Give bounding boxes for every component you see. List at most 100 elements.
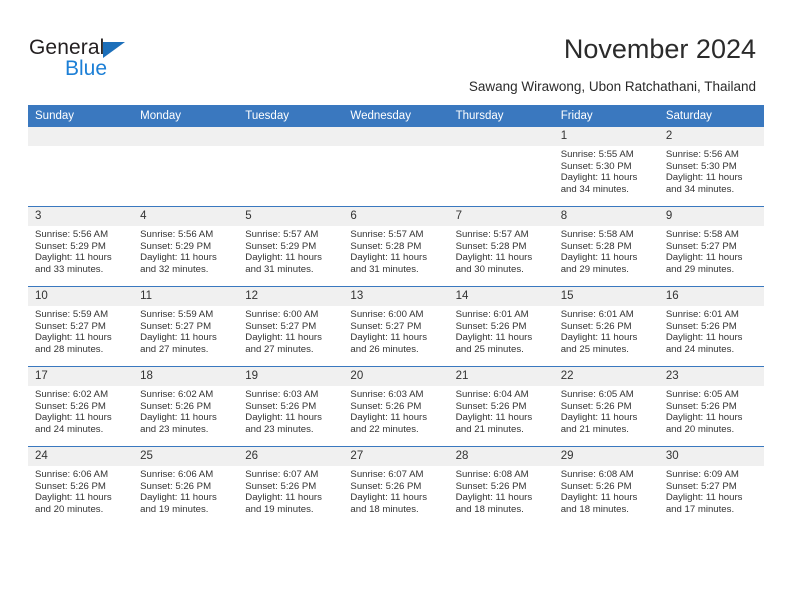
sunset-text: Sunset: 5:28 PM xyxy=(455,240,527,252)
calendar-day-cell[interactable]: 23 Sunrise: 6:05 AM Sunset: 5:26 PM Dayligh… xyxy=(658,366,764,447)
daylight-text-line1: Daylight: 11 hours xyxy=(455,332,533,344)
day-number: 7 xyxy=(448,207,554,226)
calendar-day-cell[interactable]: 29 Sunrise: 6:08 AM Sunset: 5:26 PM Dayligh… xyxy=(553,446,659,526)
daylight-text-line2: and 23 minutes. xyxy=(140,423,209,435)
calendar-day-cell[interactable]: 6 Sunrise: 5:57 AM Sunset: 5:28 PM Daylight… xyxy=(343,206,449,287)
daylight-text-line1: Daylight: 11 hours xyxy=(140,492,217,504)
calendar-day-cell[interactable]: 14 Sunrise: 6:01 AM Sunset: 5:26 PM Dayligh… xyxy=(448,286,554,367)
calendar-day-cell[interactable]: 3 Sunrise: 5:56 AM Sunset: 5:29 PM Daylight… xyxy=(28,206,134,287)
sunset-text: Sunset: 5:26 PM xyxy=(455,320,527,332)
daylight-text-line1: Daylight: 11 hours xyxy=(455,412,533,424)
calendar-week-row: 3 Sunrise: 5:56 AM Sunset: 5:29 PM Daylight… xyxy=(28,206,764,287)
sunrise-text: Sunrise: 6:02 AM xyxy=(35,389,109,400)
daylight-text-line2: and 21 minutes. xyxy=(455,423,524,435)
day-number: 20 xyxy=(343,367,449,386)
day-number: 25 xyxy=(133,447,239,466)
sunset-text: Sunset: 5:29 PM xyxy=(140,240,212,252)
calendar-day-cell[interactable]: 4 Sunrise: 5:56 AM Sunset: 5:29 PM Daylight… xyxy=(133,206,239,287)
day-details: Sunrise: 6:04 AM Sunset: 5:26 PM Daylight:… xyxy=(449,386,554,435)
generalblue-logo[interactable]: General Blue xyxy=(29,36,209,86)
calendar-day-cell[interactable]: 5 Sunrise: 5:57 AM Sunset: 5:29 PM Daylight… xyxy=(238,206,344,287)
calendar-week-row: 24 Sunrise: 6:06 AM Sunset: 5:26 PM Dayligh… xyxy=(28,446,764,526)
day-number: 1 xyxy=(553,127,659,146)
calendar-day-cell[interactable]: 2 Sunrise: 5:56 AM Sunset: 5:30 PM Daylight… xyxy=(658,127,764,207)
calendar-day-cell[interactable]: 7 Sunrise: 5:57 AM Sunset: 5:28 PM Daylight… xyxy=(448,206,554,287)
logo-triangle-icon xyxy=(103,42,125,58)
sunrise-text: Sunrise: 6:08 AM xyxy=(455,469,529,480)
calendar-day-cell[interactable]: 15 Sunrise: 6:01 AM Sunset: 5:26 PM Dayligh… xyxy=(553,286,659,367)
calendar-day-cell[interactable]: 22 Sunrise: 6:05 AM Sunset: 5:26 PM Dayligh… xyxy=(553,366,659,447)
sunrise-text: Sunrise: 6:01 AM xyxy=(455,309,529,320)
sunrise-text: Sunrise: 6:06 AM xyxy=(140,469,214,480)
daylight-text-line1: Daylight: 11 hours xyxy=(245,252,322,264)
daylight-text-line1: Daylight: 11 hours xyxy=(350,412,428,424)
day-details: Sunrise: 6:06 AM Sunset: 5:26 PM Daylight:… xyxy=(28,466,133,515)
sunset-text: Sunset: 5:29 PM xyxy=(245,240,317,252)
sunrise-text: Sunrise: 5:58 AM xyxy=(560,229,634,240)
calendar-day-cell[interactable]: 10 Sunrise: 5:59 AM Sunset: 5:27 PM Dayligh… xyxy=(28,286,134,367)
day-number: 19 xyxy=(238,367,344,386)
day-number: 26 xyxy=(238,447,344,466)
day-details: Sunrise: 5:58 AM Sunset: 5:27 PM Daylight:… xyxy=(659,226,764,275)
daylight-text-line1: Daylight: 11 hours xyxy=(35,332,112,344)
day-number: 9 xyxy=(658,207,764,226)
daylight-text-line1: Daylight: 11 hours xyxy=(560,412,638,424)
calendar-day-cell[interactable]: 1 Sunrise: 5:55 AM Sunset: 5:30 PM Daylight… xyxy=(553,127,659,207)
daylight-text-line2: and 22 minutes. xyxy=(350,423,419,435)
calendar-page: General Blue November 2024 Sawang Wirawo… xyxy=(0,0,792,612)
daylight-text-line1: Daylight: 11 hours xyxy=(455,252,533,264)
sunset-text: Sunset: 5:26 PM xyxy=(665,400,737,412)
calendar-day-cell[interactable]: 11 Sunrise: 5:59 AM Sunset: 5:27 PM Dayligh… xyxy=(133,286,239,367)
calendar-day-cell[interactable]: 18 Sunrise: 6:02 AM Sunset: 5:26 PM Dayligh… xyxy=(133,366,239,447)
sunrise-text: Sunrise: 6:03 AM xyxy=(245,389,319,400)
daylight-text-line1: Daylight: 11 hours xyxy=(350,252,428,264)
calendar-day-cell[interactable]: 12 Sunrise: 6:00 AM Sunset: 5:27 PM Dayligh… xyxy=(238,286,344,367)
calendar-day-cell[interactable]: 30 Sunrise: 6:09 AM Sunset: 5:27 PM Dayligh… xyxy=(658,446,764,526)
sunset-text: Sunset: 5:27 PM xyxy=(665,240,737,252)
logo-text-blue: Blue xyxy=(65,57,108,80)
calendar-week-row: 17 Sunrise: 6:02 AM Sunset: 5:26 PM Dayligh… xyxy=(28,366,764,447)
day-details: Sunrise: 6:09 AM Sunset: 5:27 PM Daylight:… xyxy=(659,466,764,515)
calendar-day-cell[interactable]: 24 Sunrise: 6:06 AM Sunset: 5:26 PM Dayligh… xyxy=(28,446,134,526)
daylight-text-line2: and 34 minutes. xyxy=(560,183,629,195)
page-header: General Blue November 2024 Sawang Wirawo… xyxy=(0,0,792,104)
calendar-day-cell[interactable]: 16 Sunrise: 6:01 AM Sunset: 5:26 PM Dayligh… xyxy=(658,286,764,367)
daylight-text-line2: and 29 minutes. xyxy=(560,263,629,275)
day-details: Sunrise: 6:03 AM Sunset: 5:26 PM Daylight:… xyxy=(238,386,343,435)
weekday-header-thursday: Thursday xyxy=(448,105,554,127)
calendar-day-cell[interactable]: 13 Sunrise: 6:00 AM Sunset: 5:27 PM Dayligh… xyxy=(343,286,449,367)
calendar-day-cell[interactable]: 25 Sunrise: 6:06 AM Sunset: 5:26 PM Dayligh… xyxy=(133,446,239,526)
calendar-day-cell[interactable]: 8 Sunrise: 5:58 AM Sunset: 5:28 PM Daylight… xyxy=(553,206,659,287)
calendar-day-cell[interactable]: 9 Sunrise: 5:58 AM Sunset: 5:27 PM Daylight… xyxy=(658,206,764,287)
calendar-day-cell[interactable]: 19 Sunrise: 6:03 AM Sunset: 5:26 PM Dayligh… xyxy=(238,366,344,447)
daylight-text-line2: and 18 minutes. xyxy=(455,503,524,515)
calendar-table: Sunday Monday Tuesday Wednesday Thursday… xyxy=(28,105,764,526)
calendar-header-row: Sunday Monday Tuesday Wednesday Thursday… xyxy=(28,105,764,127)
day-details: Sunrise: 6:08 AM Sunset: 5:26 PM Daylight:… xyxy=(449,466,554,515)
day-number: 24 xyxy=(28,447,134,466)
day-details: Sunrise: 5:56 AM Sunset: 5:29 PM Daylight:… xyxy=(133,226,238,275)
day-details: Sunrise: 5:59 AM Sunset: 5:27 PM Daylight:… xyxy=(28,306,133,355)
sunrise-text: Sunrise: 5:57 AM xyxy=(245,229,319,240)
sunrise-text: Sunrise: 6:02 AM xyxy=(140,389,214,400)
calendar-day-cell[interactable]: 26 Sunrise: 6:07 AM Sunset: 5:26 PM Dayligh… xyxy=(238,446,344,526)
day-number: 14 xyxy=(448,287,554,306)
sunset-text: Sunset: 5:29 PM xyxy=(35,240,106,252)
calendar-day-cell[interactable]: 27 Sunrise: 6:07 AM Sunset: 5:26 PM Dayligh… xyxy=(343,446,449,526)
day-details: Sunrise: 5:57 AM Sunset: 5:28 PM Daylight:… xyxy=(449,226,554,275)
daylight-text-line2: and 20 minutes. xyxy=(35,503,104,515)
calendar-day-cell[interactable]: 20 Sunrise: 6:03 AM Sunset: 5:26 PM Dayligh… xyxy=(343,366,449,447)
day-details: Sunrise: 6:03 AM Sunset: 5:26 PM Daylight:… xyxy=(343,386,448,435)
daylight-text-line1: Daylight: 11 hours xyxy=(560,332,638,344)
daylight-text-line1: Daylight: 11 hours xyxy=(665,252,743,264)
sunrise-text: Sunrise: 5:56 AM xyxy=(35,229,109,240)
sunrise-text: Sunrise: 5:55 AM xyxy=(560,149,634,160)
sunset-text: Sunset: 5:26 PM xyxy=(560,320,632,332)
calendar-day-cell[interactable]: 28 Sunrise: 6:08 AM Sunset: 5:26 PM Dayligh… xyxy=(448,446,554,526)
calendar-day-cell[interactable]: 21 Sunrise: 6:04 AM Sunset: 5:26 PM Dayligh… xyxy=(448,366,554,447)
day-number: 17 xyxy=(28,367,134,386)
sunrise-text: Sunrise: 6:06 AM xyxy=(35,469,109,480)
sunset-text: Sunset: 5:26 PM xyxy=(560,400,632,412)
calendar-day-cell[interactable]: 17 Sunrise: 6:02 AM Sunset: 5:26 PM Dayligh… xyxy=(28,366,134,447)
day-details: Sunrise: 5:56 AM Sunset: 5:29 PM Daylight:… xyxy=(28,226,133,275)
